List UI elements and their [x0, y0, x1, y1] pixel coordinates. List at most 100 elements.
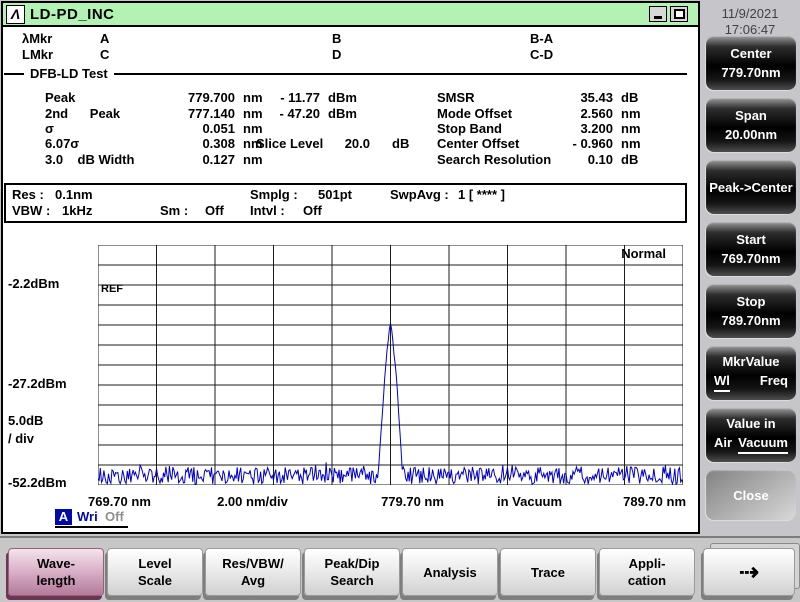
meas-sigma-label: σ — [45, 121, 54, 136]
marker-b-a: B-A — [530, 31, 553, 46]
meas-6sigma-label: 6.07σ — [45, 136, 79, 151]
meas-2ndpeak-wavelength: 777.140 — [150, 106, 235, 121]
start-button-label: Start — [736, 232, 766, 247]
smplg-value: 501pt — [318, 187, 352, 202]
tab-trace[interactable]: Trace — [500, 548, 596, 596]
y-axis-bottom-label: -52.2dBm — [8, 475, 67, 490]
section-divider: DFB-LD Test — [4, 66, 687, 81]
meas-center-offset-value: - 0.960 — [528, 136, 613, 151]
marker-value-toggle[interactable]: MkrValue Wl Freq — [706, 346, 796, 400]
maximize-icon — [674, 9, 685, 19]
meas-slice-level-label: Slice Level — [256, 136, 323, 151]
meas-mode-offset-value: 2.560 — [528, 106, 613, 121]
y-axis-mid-label: -27.2dBm — [8, 376, 67, 391]
meas-smsr-unit: dB — [621, 90, 638, 105]
meas-6sigma-value: 0.308 — [150, 136, 235, 151]
meas-3db-width-label: 3.0 dB Width — [45, 152, 134, 167]
peak-to-center-button[interactable]: Peak->Center — [706, 160, 796, 214]
meas-center-offset-label: Center Offset — [437, 136, 519, 151]
divider-line-right — [114, 73, 687, 75]
value-in-vacuum-option[interactable]: Vacuum — [738, 435, 788, 454]
trace-indicator-underline — [55, 526, 128, 528]
tab-application[interactable]: Appli-cation — [599, 548, 695, 596]
y-axis-scale-label: 5.0dB — [8, 413, 43, 428]
vbw-value: 1kHz — [62, 203, 92, 218]
meas-3db-width-unit: nm — [243, 152, 263, 167]
value-in-air-option[interactable]: Air — [714, 435, 732, 454]
center-button-label: Center — [730, 46, 771, 61]
meas-slice-level-unit: dB — [392, 136, 409, 151]
start-button-value: 769.70nm — [721, 251, 780, 266]
meas-3db-width-value: 0.127 — [150, 152, 235, 167]
meas-mode-offset-unit: nm — [621, 106, 641, 121]
maximize-button[interactable] — [670, 6, 688, 22]
marker-value-wl-option[interactable]: Wl — [714, 373, 730, 392]
intvl-key: Intvl : — [250, 203, 285, 218]
marker-a: A — [100, 31, 109, 46]
minimize-button[interactable] — [649, 6, 667, 22]
swpavg-key: SwpAvg : — [390, 187, 449, 202]
marker-row2-label: LMkr — [22, 47, 53, 62]
center-button-value: 779.70nm — [721, 65, 780, 80]
app-logo-icon: Λ — [6, 5, 25, 24]
meas-peak-label: Peak — [45, 90, 75, 105]
marker-value-freq-option[interactable]: Freq — [760, 373, 788, 392]
meas-2ndpeak-level-unit: dBm — [328, 106, 357, 121]
tab-level-scale[interactable]: LevelScale — [107, 548, 203, 596]
x-axis-medium-label: in Vacuum — [497, 494, 562, 509]
marker-b: B — [332, 31, 341, 46]
stop-wavelength-button[interactable]: Stop 789.70nm — [706, 284, 796, 338]
next-page-arrow-icon: ⇢ — [739, 564, 759, 581]
span-button[interactable]: Span 20.00nm — [706, 98, 796, 152]
meas-peak-level: - 11.77 — [248, 90, 320, 105]
swpavg-value: 1 [ **** ] — [458, 187, 505, 202]
titlebar: Λ LD-PD_INC — [3, 3, 698, 27]
trace-state: Off — [105, 509, 124, 524]
y-axis-scale-label-2: / div — [8, 431, 34, 446]
ref-line-label: REF — [101, 283, 123, 295]
intvl-value: Off — [303, 203, 322, 218]
close-button[interactable]: Close — [706, 470, 796, 520]
stop-button-label: Stop — [737, 294, 766, 309]
peak-to-center-label: Peak->Center — [709, 180, 792, 195]
stop-button-value: 789.70nm — [721, 313, 780, 328]
y-axis-ref-label: -2.2dBm — [8, 276, 59, 291]
tab-res-vbw-avg[interactable]: Res/VBW/Avg — [205, 548, 301, 596]
sm-key: Sm : — [160, 203, 188, 218]
meas-mode-offset-label: Mode Offset — [437, 106, 512, 121]
window-title: LD-PD_INC — [30, 6, 115, 23]
value-in-toggle[interactable]: Value in Air Vacuum — [706, 408, 796, 462]
res-value: 0.1nm — [55, 187, 93, 202]
tab-peak-dip-search[interactable]: Peak/DipSearch — [304, 548, 400, 596]
tab-analysis[interactable]: Analysis — [402, 548, 498, 596]
meas-smsr-label: SMSR — [437, 90, 475, 105]
value-in-label: Value in — [726, 416, 775, 431]
trace-write-mode: Wri — [77, 509, 98, 524]
smplg-key: Smplg : — [250, 187, 298, 202]
marker-c-d: C-D — [530, 47, 553, 62]
center-wavelength-button[interactable]: Center 779.70nm — [706, 36, 796, 90]
sm-value: Off — [205, 203, 224, 218]
tab-wavelength[interactable]: Wave-length — [8, 548, 104, 596]
meas-sigma-value: 0.051 — [150, 121, 235, 136]
meas-smsr-value: 35.43 — [528, 90, 613, 105]
meas-peak-wavelength: 779.700 — [150, 90, 235, 105]
res-key: Res : — [12, 187, 44, 202]
meas-sigma-unit: nm — [243, 121, 263, 136]
divider-line-left — [4, 73, 24, 75]
meas-slice-level-value: 20.0 — [330, 136, 370, 151]
marker-row1-label: λMkr — [22, 31, 52, 46]
meas-stop-band-value: 3.200 — [528, 121, 613, 136]
datetime-display: 11/9/2021 17:06:47 — [702, 6, 798, 38]
meas-search-resolution-unit: dB — [621, 152, 638, 167]
vbw-key: VBW : — [12, 203, 50, 218]
start-wavelength-button[interactable]: Start 769.70nm — [706, 222, 796, 276]
meas-2ndpeak-label: 2nd Peak — [45, 106, 120, 121]
trace-a-badge: A — [55, 509, 72, 525]
x-axis-start-label: 769.70 nm — [88, 494, 151, 509]
minimize-icon — [654, 16, 662, 19]
marker-d: D — [332, 47, 341, 62]
screen: Λ LD-PD_INC λMkr A B B-A LMkr C D C-D DF… — [0, 0, 800, 600]
trace-mode-label: Normal — [560, 246, 666, 261]
tab-next-page[interactable]: ⇢ — [703, 548, 795, 596]
